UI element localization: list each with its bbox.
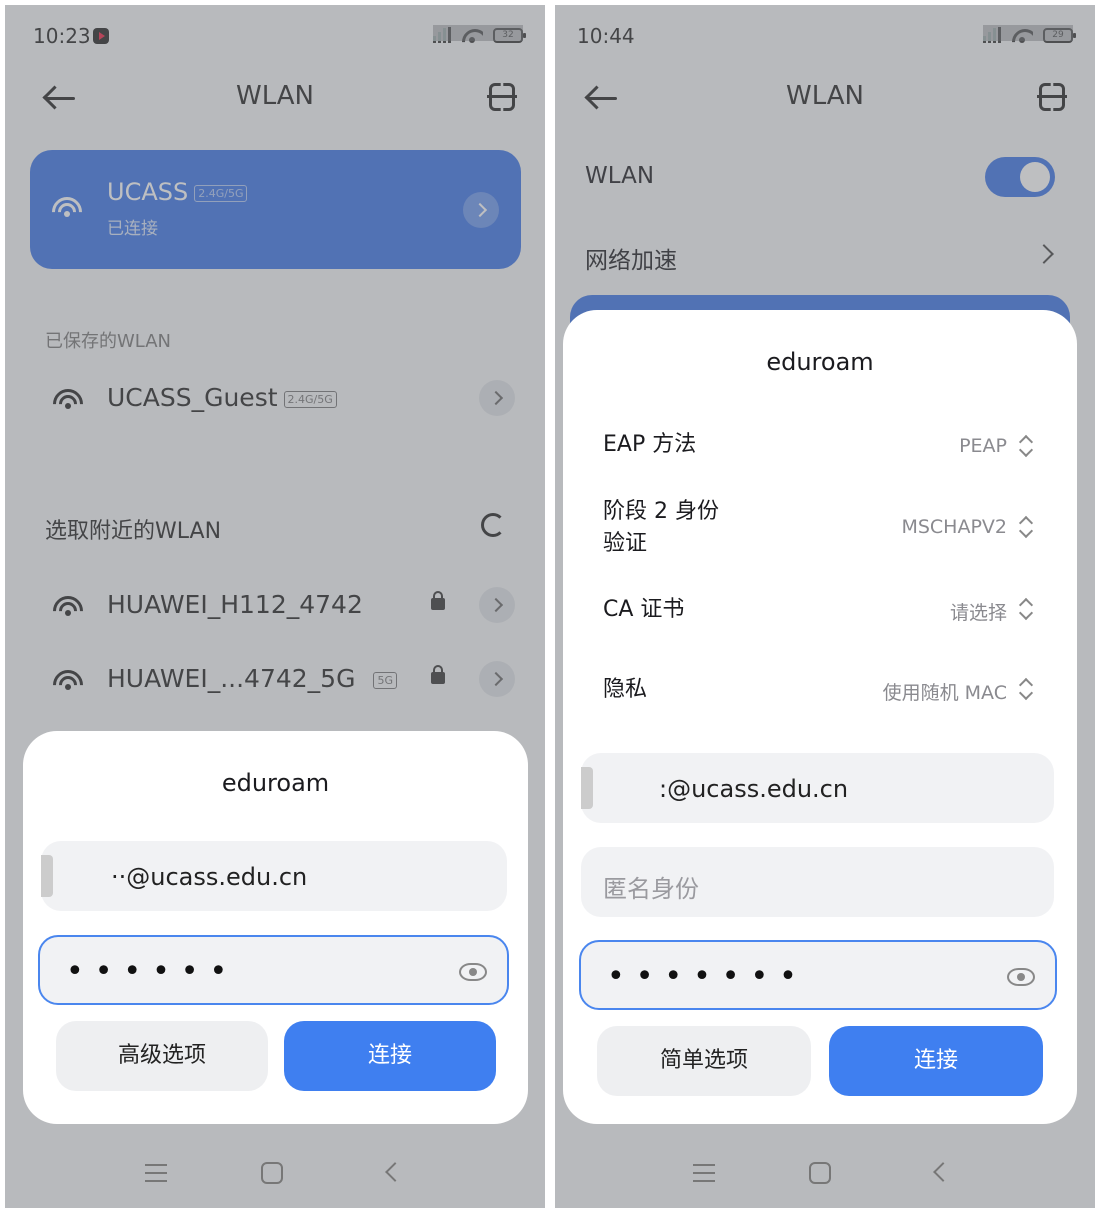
- wifi-login-dialog: eduroam ··@ucass.edu.cn •••••• 高级选项 连接: [23, 731, 528, 1124]
- identity-field[interactable]: :@ucass.edu.cn: [581, 753, 1054, 823]
- dialog-title: eduroam: [221, 769, 330, 797]
- advanced-options-button[interactable]: 高级选项: [56, 1021, 268, 1091]
- navigation-bar: [555, 1138, 1095, 1208]
- redacted-mask: [41, 855, 53, 897]
- simple-options-button[interactable]: 简单选项: [597, 1026, 811, 1096]
- up-down-icon: [1019, 435, 1033, 457]
- up-down-icon: [1019, 678, 1033, 700]
- privacy-row[interactable]: 隐私 使用随机 MAC: [563, 660, 1077, 720]
- identity-value: :@ucass.edu.cn: [659, 775, 849, 803]
- menu-icon[interactable]: [693, 1164, 715, 1182]
- wifi-advanced-dialog: eduroam EAP 方法 PEAP 阶段 2 身份验证 MSCHAPV2 C…: [563, 310, 1077, 1124]
- password-field[interactable]: ••••••: [38, 935, 509, 1005]
- navigation-bar: [5, 1138, 545, 1208]
- password-value: ••••••: [66, 954, 239, 989]
- password-field[interactable]: •••••••: [579, 940, 1057, 1010]
- connect-button[interactable]: 连接: [829, 1026, 1043, 1096]
- redacted-mask: [581, 767, 593, 809]
- anonymous-identity-field[interactable]: 匿名身份: [581, 847, 1054, 917]
- back-icon[interactable]: [933, 1162, 953, 1182]
- phase2-auth-row[interactable]: 阶段 2 身份验证 MSCHAPV2: [563, 490, 1077, 570]
- option-value: PEAP: [959, 435, 1007, 457]
- dialog-title: eduroam: [766, 348, 874, 376]
- ca-cert-row[interactable]: CA 证书 请选择: [563, 580, 1077, 640]
- menu-icon[interactable]: [145, 1164, 167, 1182]
- up-down-icon: [1019, 598, 1033, 620]
- password-value: •••••••: [607, 959, 808, 994]
- option-label: 阶段 2 身份验证: [603, 499, 719, 556]
- anonymous-identity-placeholder: 匿名身份: [603, 875, 699, 903]
- home-icon[interactable]: [261, 1162, 283, 1184]
- option-label: 隐私: [603, 677, 648, 702]
- identity-value: ··@ucass.edu.cn: [111, 863, 308, 891]
- option-value: MSCHAPV2: [901, 516, 1007, 538]
- identity-field[interactable]: ··@ucass.edu.cn: [41, 841, 507, 911]
- eye-icon[interactable]: [1007, 968, 1035, 986]
- option-label: CA 证书: [603, 597, 685, 622]
- home-icon[interactable]: [809, 1162, 831, 1184]
- option-value: 使用随机 MAC: [882, 682, 1007, 704]
- option-label: EAP 方法: [603, 432, 697, 457]
- option-value: 请选择: [949, 602, 1007, 624]
- up-down-icon: [1019, 516, 1033, 538]
- eap-method-row[interactable]: EAP 方法 PEAP: [563, 415, 1077, 475]
- connect-button[interactable]: 连接: [284, 1021, 496, 1091]
- eye-icon[interactable]: [459, 963, 487, 981]
- back-icon[interactable]: [385, 1162, 405, 1182]
- phone-screen-left: 10:23 32 WLAN UCASS 2.4G/5G 已连接 已保存的WLAN …: [5, 5, 545, 1208]
- phone-screen-right: 10:44 29 WLAN WLAN 网络加速 eduroam EAP 方法 P…: [555, 5, 1095, 1208]
